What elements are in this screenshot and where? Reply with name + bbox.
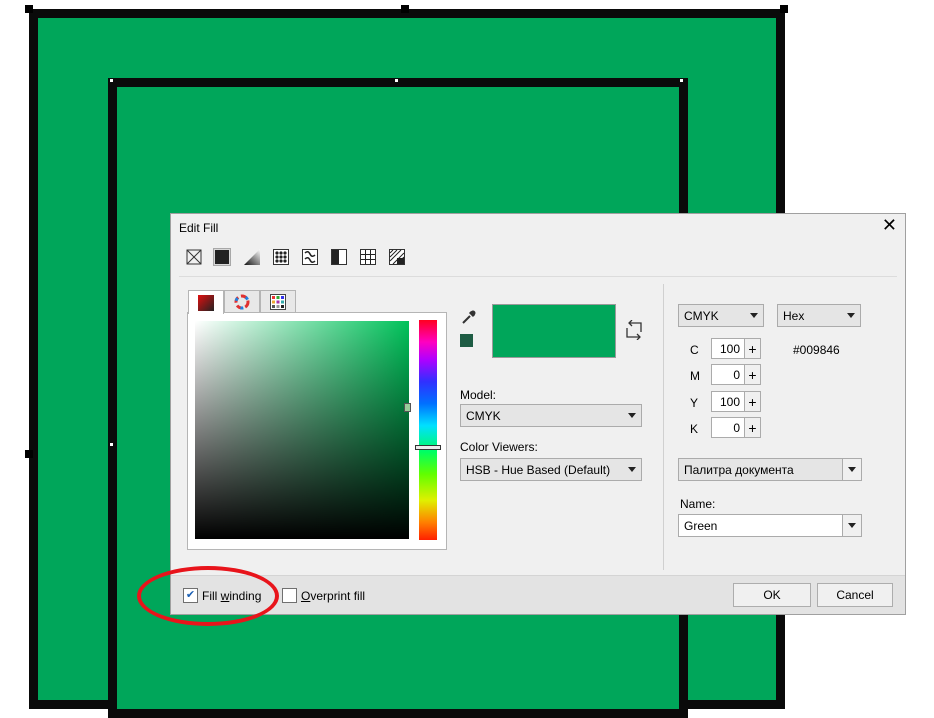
color-format-dropdown[interactable]: Hex — [777, 304, 861, 327]
vector-pattern-icon[interactable] — [272, 248, 290, 266]
channel-c-input[interactable]: 100 — [711, 338, 745, 359]
color-name-combobox[interactable]: Green — [678, 514, 862, 537]
highlight-ellipse — [137, 566, 279, 626]
node-marker — [680, 79, 683, 82]
channel-m-spinner[interactable]: + — [745, 364, 761, 385]
channel-y-input[interactable]: 100 — [711, 391, 745, 412]
node-marker — [395, 79, 398, 82]
colorspace-dropdown[interactable]: CMYK — [678, 304, 764, 327]
selection-handle[interactable] — [25, 450, 33, 458]
color-picker-marker[interactable] — [404, 403, 411, 412]
selection-handle[interactable] — [401, 5, 409, 13]
toolbar-divider — [179, 276, 897, 277]
two-color-pattern-icon[interactable] — [330, 248, 348, 266]
eyedropper-icon[interactable] — [460, 308, 478, 329]
color-format-value: Hex — [783, 308, 805, 323]
hue-slider[interactable] — [419, 320, 437, 540]
node-marker — [110, 79, 113, 82]
overprint-fill-checkbox[interactable]: Overprint fill — [282, 588, 365, 603]
name-label: Name: — [680, 497, 716, 511]
channel-c-spinner[interactable]: + — [745, 338, 761, 359]
selection-handle[interactable] — [25, 5, 33, 13]
texture-fill-icon[interactable] — [359, 248, 377, 266]
color-harmonies-tab[interactable] — [224, 290, 260, 313]
chevron-down-icon — [628, 413, 636, 418]
selection-handle[interactable] — [780, 5, 788, 13]
color-palettes-tab[interactable] — [260, 290, 296, 313]
swap-colors-icon[interactable] — [625, 319, 643, 343]
hex-value[interactable]: #009846 — [793, 343, 840, 357]
channel-m-input[interactable]: 0 — [711, 364, 745, 385]
node-marker — [110, 443, 113, 446]
channel-k-label: K — [690, 422, 699, 436]
chevron-down-icon — [628, 467, 636, 472]
chevron-down-icon — [750, 313, 758, 318]
postscript-fill-icon[interactable] — [388, 248, 406, 266]
color-viewers-value: HSB - Hue Based (Default) — [466, 462, 611, 477]
hue-slider-thumb[interactable] — [415, 445, 441, 450]
uniform-fill-icon[interactable] — [213, 248, 231, 266]
fountain-fill-icon[interactable] — [243, 248, 261, 266]
edit-fill-dialog: Edit Fill ✕ Model: CMYK Color Viewers: H… — [170, 213, 906, 615]
channel-k-input[interactable]: 0 — [711, 417, 745, 438]
cancel-button[interactable]: Cancel — [817, 583, 893, 607]
color-name-value: Green — [684, 518, 718, 533]
bitmap-pattern-icon[interactable] — [301, 248, 319, 266]
channel-y-label: Y — [690, 396, 699, 410]
channel-c-label: C — [690, 343, 699, 357]
color-viewers-dropdown[interactable]: HSB - Hue Based (Default) — [460, 458, 642, 481]
chevron-down-icon — [848, 523, 856, 528]
chevron-down-icon — [847, 313, 855, 318]
previous-color-swatch[interactable] — [460, 334, 473, 347]
dialog-footer: ✔ Fill winding Overprint fill OK Cancel — [171, 575, 905, 614]
model-label: Model: — [460, 388, 497, 402]
chevron-down-icon — [848, 467, 856, 472]
dialog-title: Edit Fill — [179, 221, 219, 235]
close-icon[interactable]: ✕ — [882, 215, 897, 236]
palette-dropdown[interactable]: Палитра документа — [678, 458, 862, 481]
current-color-swatch — [492, 304, 616, 358]
channel-y-spinner[interactable]: + — [745, 391, 761, 412]
no-fill-icon[interactable] — [185, 248, 203, 266]
color-viewers-label: Color Viewers: — [460, 440, 538, 454]
color-viewer-tab[interactable] — [188, 290, 224, 314]
saturation-brightness-field[interactable] — [195, 321, 409, 539]
model-dropdown[interactable]: CMYK — [460, 404, 642, 427]
column-divider — [663, 284, 664, 570]
channel-k-spinner[interactable]: + — [745, 417, 761, 438]
ok-button[interactable]: OK — [733, 583, 811, 607]
checkbox-unchecked-icon[interactable] — [282, 588, 297, 603]
colorspace-value: CMYK — [684, 308, 719, 323]
model-value: CMYK — [466, 408, 501, 423]
channel-m-label: M — [690, 369, 700, 383]
palette-value: Палитра документа — [684, 462, 794, 477]
overprint-fill-label: Overprint fill — [301, 588, 366, 603]
